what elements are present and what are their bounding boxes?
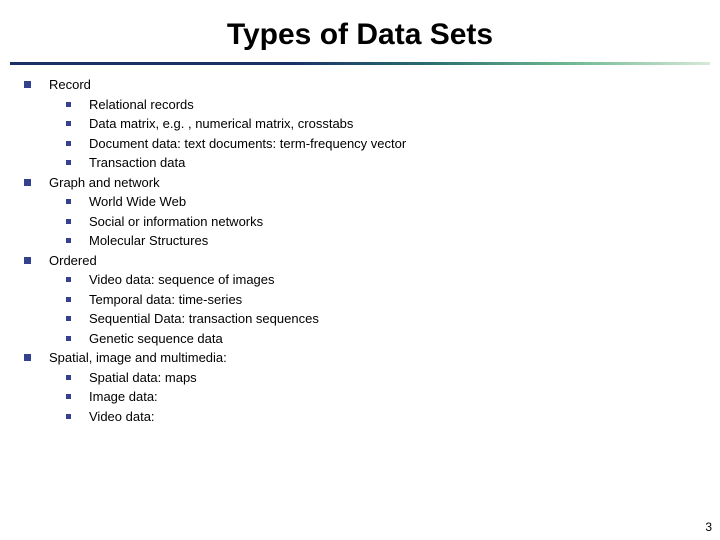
list-item: Video data: sequence of images [24, 270, 720, 290]
bullet-icon [66, 414, 71, 419]
bullet-icon [66, 238, 71, 243]
list-item-text: Video data: [89, 407, 155, 427]
section-heading: Spatial, image and multimedia: [49, 348, 227, 368]
section-heading: Record [49, 75, 91, 95]
list-item: Graph and network [24, 173, 720, 193]
bullet-icon [24, 354, 31, 361]
list-item-text: Temporal data: time-series [89, 290, 242, 310]
bullet-icon [66, 219, 71, 224]
bullet-icon [66, 141, 71, 146]
title-underline [10, 62, 710, 65]
bullet-icon [66, 121, 71, 126]
list-item: Genetic sequence data [24, 329, 720, 349]
page-number: 3 [705, 520, 712, 534]
list-item-text: Relational records [89, 95, 194, 115]
bullet-icon [66, 375, 71, 380]
list-item-text: Transaction data [89, 153, 185, 173]
bullet-icon [24, 179, 31, 186]
list-item: Spatial, image and multimedia: [24, 348, 720, 368]
list-item-text: Social or information networks [89, 212, 263, 232]
list-item-text: Data matrix, e.g. , numerical matrix, cr… [89, 114, 353, 134]
list-item: Social or information networks [24, 212, 720, 232]
list-item-text: Molecular Structures [89, 231, 208, 251]
bullet-icon [66, 297, 71, 302]
list-item-text: Spatial data: maps [89, 368, 197, 388]
list-item: Ordered [24, 251, 720, 271]
bullet-icon [24, 257, 31, 264]
list-item: Spatial data: maps [24, 368, 720, 388]
list-item: Data matrix, e.g. , numerical matrix, cr… [24, 114, 720, 134]
slide-content: Record Relational records Data matrix, e… [0, 71, 720, 426]
list-item: Image data: [24, 387, 720, 407]
bullet-icon [66, 277, 71, 282]
bullet-icon [66, 336, 71, 341]
list-item-text: Video data: sequence of images [89, 270, 275, 290]
list-item-text: World Wide Web [89, 192, 186, 212]
list-item: Transaction data [24, 153, 720, 173]
section-heading: Ordered [49, 251, 97, 271]
list-item-text: Sequential Data: transaction sequences [89, 309, 319, 329]
bullet-icon [66, 102, 71, 107]
list-item: Record [24, 75, 720, 95]
list-item-text: Image data: [89, 387, 158, 407]
bullet-icon [66, 316, 71, 321]
list-item: Video data: [24, 407, 720, 427]
list-item: Temporal data: time-series [24, 290, 720, 310]
list-item-text: Genetic sequence data [89, 329, 223, 349]
list-item-text: Document data: text documents: term-freq… [89, 134, 406, 154]
list-item: Relational records [24, 95, 720, 115]
slide-title: Types of Data Sets [0, 0, 720, 62]
bullet-icon [66, 160, 71, 165]
bullet-icon [66, 199, 71, 204]
list-item: Document data: text documents: term-freq… [24, 134, 720, 154]
section-heading: Graph and network [49, 173, 160, 193]
list-item: World Wide Web [24, 192, 720, 212]
list-item: Molecular Structures [24, 231, 720, 251]
list-item: Sequential Data: transaction sequences [24, 309, 720, 329]
bullet-icon [66, 394, 71, 399]
slide: { "title": "Types of Data Sets", "page_n… [0, 0, 720, 540]
bullet-icon [24, 81, 31, 88]
